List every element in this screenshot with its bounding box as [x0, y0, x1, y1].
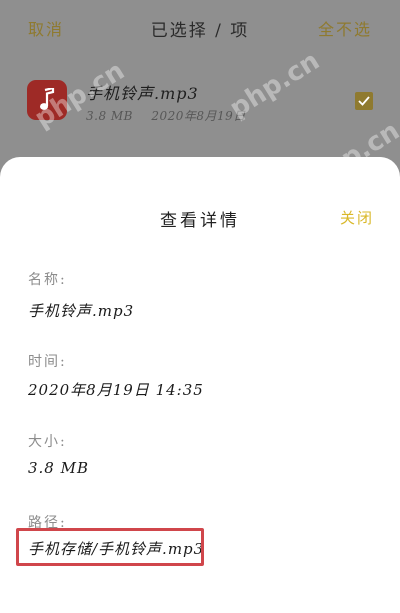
- sheet-header: 查看详情 关闭: [0, 157, 400, 277]
- file-name: 手机铃声.mp3: [86, 84, 199, 103]
- select-none-button[interactable]: 全不选: [318, 16, 372, 40]
- file-checkbox[interactable]: [355, 92, 373, 110]
- size-value: 3.8 MB: [28, 459, 90, 477]
- path-highlight-box: [16, 528, 204, 566]
- file-list-item[interactable]: 手机铃声.mp3 3.8 MB 2020年8月19日: [0, 72, 400, 136]
- check-icon: [358, 96, 370, 106]
- file-size: 3.8 MB: [86, 109, 134, 123]
- name-label: 名称:: [28, 272, 67, 288]
- file-date: 2020年8月19日: [151, 109, 246, 123]
- time-value: 2020年8月19日 14:35: [28, 381, 204, 399]
- details-sheet: 查看详情 关闭 名称: 手机铃声.mp3 时间: 2020年8月19日 14:3…: [0, 157, 400, 613]
- name-value: 手机铃声.mp3: [28, 302, 135, 320]
- file-meta: 3.8 MB 2020年8月19日: [86, 107, 260, 124]
- music-note-icon: [27, 80, 67, 120]
- close-button[interactable]: 关闭: [340, 207, 374, 228]
- size-label: 大小:: [28, 434, 67, 450]
- time-label: 时间:: [28, 354, 67, 370]
- top-bar: 取消 已选择 / 项 全不选: [0, 0, 400, 56]
